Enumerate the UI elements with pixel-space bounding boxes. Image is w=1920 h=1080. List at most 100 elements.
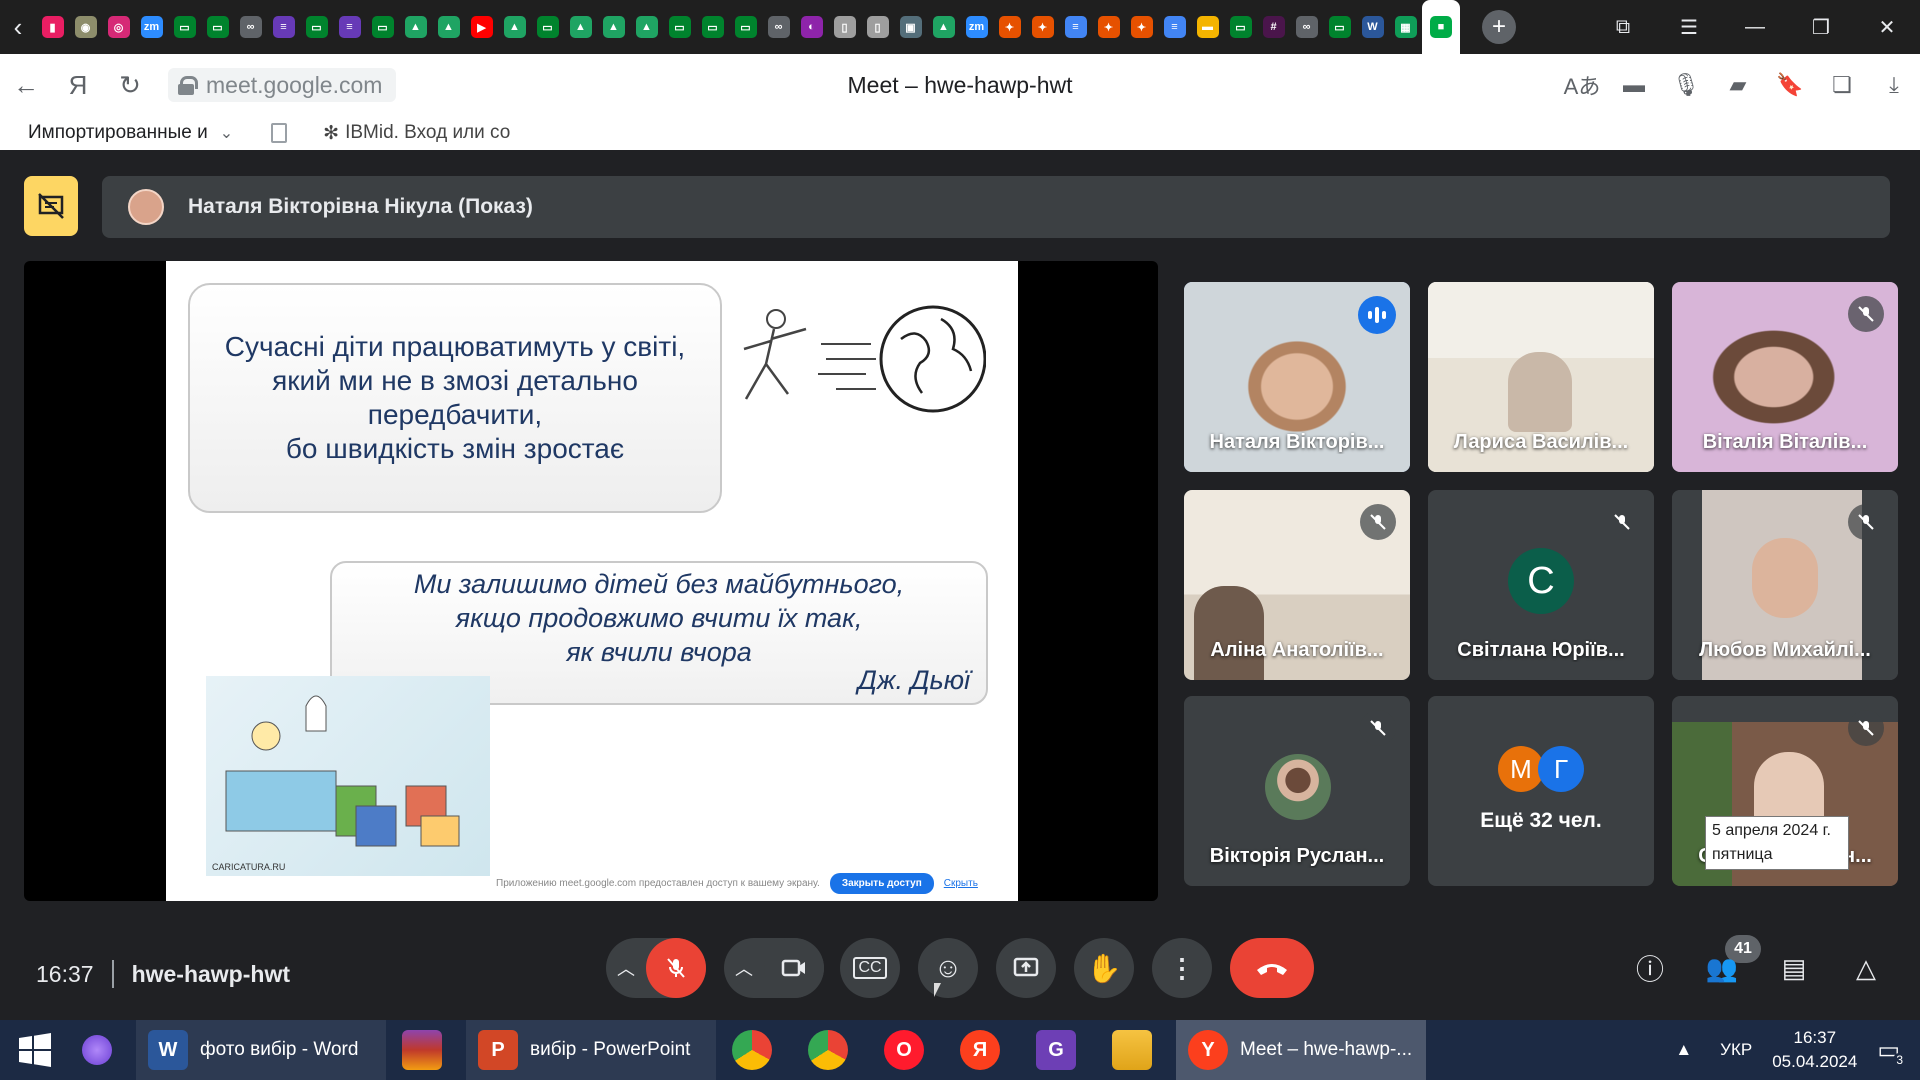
- browser-tab[interactable]: ∞: [234, 0, 267, 54]
- chat-button[interactable]: ▤: [1766, 938, 1822, 998]
- participant-tile[interactable]: С Світлана Юріїв...: [1428, 490, 1654, 680]
- document-icon[interactable]: [271, 123, 288, 143]
- browser-tab[interactable]: ◐: [795, 0, 828, 54]
- participant-tile[interactable]: Вікторія Руслан...: [1184, 696, 1410, 886]
- browser-tab[interactable]: W: [1356, 0, 1389, 54]
- browser-tab[interactable]: ▯: [828, 0, 861, 54]
- taskbar-explorer[interactable]: [1100, 1020, 1176, 1080]
- taskbar-chrome[interactable]: [796, 1020, 872, 1080]
- notifications-icon[interactable]: ▭ 3: [1877, 1036, 1906, 1067]
- camera-indicator-icon[interactable]: ▬: [1608, 72, 1660, 98]
- browser-tab[interactable]: ▭: [663, 0, 696, 54]
- browser-tab[interactable]: ▬: [1191, 0, 1224, 54]
- bookmark-folder-imported[interactable]: Импортированные и ⌄: [28, 122, 233, 144]
- participant-tile[interactable]: Аліна Анатоліїв...: [1184, 490, 1410, 680]
- menu-icon[interactable]: ☰: [1656, 15, 1722, 40]
- translate-icon[interactable]: Aあ: [1556, 69, 1608, 101]
- start-button[interactable]: [0, 1020, 70, 1080]
- browser-tab[interactable]: ▭: [729, 0, 762, 54]
- taskbar-pdf[interactable]: G: [1024, 1020, 1100, 1080]
- input-language[interactable]: УКР: [1720, 1040, 1752, 1060]
- stop-presenting-button[interactable]: [24, 176, 78, 236]
- taskbar-alice[interactable]: [70, 1020, 136, 1080]
- browser-tab[interactable]: ≡: [1059, 0, 1092, 54]
- browser-tab[interactable]: ✦: [1125, 0, 1158, 54]
- minimize-button[interactable]: —: [1722, 16, 1788, 39]
- browser-tab[interactable]: ▲: [564, 0, 597, 54]
- browser-tab[interactable]: ▭: [366, 0, 399, 54]
- bookmark-icon[interactable]: 🔖: [1764, 72, 1816, 98]
- browser-tab[interactable]: ≡: [1158, 0, 1191, 54]
- browser-tab[interactable]: ▲: [927, 0, 960, 54]
- taskbar-yandex[interactable]: Я: [948, 1020, 1024, 1080]
- mic-indicator-icon[interactable]: 🎙: [1660, 72, 1712, 98]
- people-button[interactable]: 👥: [1694, 938, 1750, 998]
- taskbar-powerpoint[interactable]: P вибір - PowerPoint: [466, 1020, 716, 1080]
- browser-tab[interactable]: ✦: [993, 0, 1026, 54]
- collections-icon[interactable]: ❏: [1816, 72, 1868, 98]
- bookmarks-panel-icon[interactable]: ⧉: [1590, 16, 1656, 39]
- browser-tab[interactable]: ▭: [1224, 0, 1257, 54]
- browser-tab[interactable]: ▣: [894, 0, 927, 54]
- activities-button[interactable]: △: [1838, 938, 1894, 998]
- downloads-icon[interactable]: ⤓: [1868, 72, 1920, 98]
- browser-tab[interactable]: ▲: [630, 0, 663, 54]
- participant-tile[interactable]: Лариса Василів...: [1428, 282, 1654, 472]
- browser-tab[interactable]: ▭: [1323, 0, 1356, 54]
- reactions-button[interactable]: ☺: [918, 938, 978, 998]
- browser-tab[interactable]: ▶: [465, 0, 498, 54]
- close-window-button[interactable]: ✕: [1854, 15, 1920, 40]
- browser-tab[interactable]: ✦: [1092, 0, 1125, 54]
- browser-tab[interactable]: ◉: [69, 0, 102, 54]
- browser-tab[interactable]: zm: [960, 0, 993, 54]
- more-participants-tile[interactable]: М Г Ещё 32 чел.: [1428, 696, 1654, 886]
- taskbar-opera[interactable]: O: [872, 1020, 948, 1080]
- new-tab-button[interactable]: +: [1482, 10, 1516, 44]
- unmute-mic-button[interactable]: [646, 938, 706, 998]
- browser-tab[interactable]: ▭: [300, 0, 333, 54]
- reload-button[interactable]: ↻: [104, 54, 156, 116]
- captions-button[interactable]: CC: [840, 938, 900, 998]
- present-screen-button[interactable]: [996, 938, 1056, 998]
- browser-tab[interactable]: ▭: [201, 0, 234, 54]
- tray-clock[interactable]: 16:37 05.04.2024: [1772, 1026, 1857, 1074]
- browser-tab[interactable]: #: [1257, 0, 1290, 54]
- back-button[interactable]: ←: [0, 54, 52, 116]
- participant-tile[interactable]: Наталя Вікторів...: [1184, 282, 1410, 472]
- browser-tab[interactable]: ▮: [36, 0, 69, 54]
- more-options-button[interactable]: ⋮: [1152, 938, 1212, 998]
- camera-button[interactable]: [764, 938, 824, 998]
- yandex-home-button[interactable]: Я: [52, 54, 104, 116]
- url-field[interactable]: meet.google.com: [168, 68, 397, 102]
- participant-tile[interactable]: Віталія Віталів...: [1672, 282, 1898, 472]
- chat-icon[interactable]: ▰: [1712, 72, 1764, 98]
- browser-tab[interactable]: ≡: [333, 0, 366, 54]
- participant-tile[interactable]: Любов Михайлі...: [1672, 490, 1898, 680]
- browser-tab[interactable]: ∞: [762, 0, 795, 54]
- browser-tab[interactable]: ▭: [696, 0, 729, 54]
- taskbar-chrome-profile[interactable]: [720, 1020, 796, 1080]
- browser-tab[interactable]: zm: [135, 0, 168, 54]
- stop-sharing-button[interactable]: Закрыть доступ: [829, 873, 934, 894]
- browser-tab[interactable]: ▯: [861, 0, 894, 54]
- browser-tab[interactable]: ✦: [1026, 0, 1059, 54]
- browser-tab[interactable]: ■: [1422, 0, 1460, 54]
- browser-tab[interactable]: ≡: [267, 0, 300, 54]
- browser-tab[interactable]: ▲: [432, 0, 465, 54]
- taskbar-winrar[interactable]: [390, 1020, 466, 1080]
- leave-call-button[interactable]: [1230, 938, 1314, 998]
- camera-options-chevron-up-icon[interactable]: ︿: [724, 955, 764, 981]
- presentation-stage[interactable]: Сучасні діти працюватимуть у світі, який…: [24, 261, 1158, 901]
- browser-tab[interactable]: ▲: [597, 0, 630, 54]
- meeting-details-button[interactable]: ⓘ: [1622, 938, 1678, 998]
- taskbar-word[interactable]: W фото вибір - Word: [136, 1020, 386, 1080]
- browser-tab[interactable]: ▭: [531, 0, 564, 54]
- taskbar-yandex-meet[interactable]: Y Meet – hwe-hawp-...: [1176, 1020, 1426, 1080]
- raise-hand-button[interactable]: ✋: [1074, 938, 1134, 998]
- bookmark-ibmid[interactable]: ✻ IBMid. Вход или со: [323, 122, 510, 145]
- tray-expand-chevron-up-icon[interactable]: ▲: [1675, 1040, 1692, 1060]
- browser-tab[interactable]: ▦: [1389, 0, 1422, 54]
- mic-options-chevron-up-icon[interactable]: ︿: [606, 955, 646, 981]
- browser-tab[interactable]: ◎: [102, 0, 135, 54]
- browser-tab[interactable]: ▲: [498, 0, 531, 54]
